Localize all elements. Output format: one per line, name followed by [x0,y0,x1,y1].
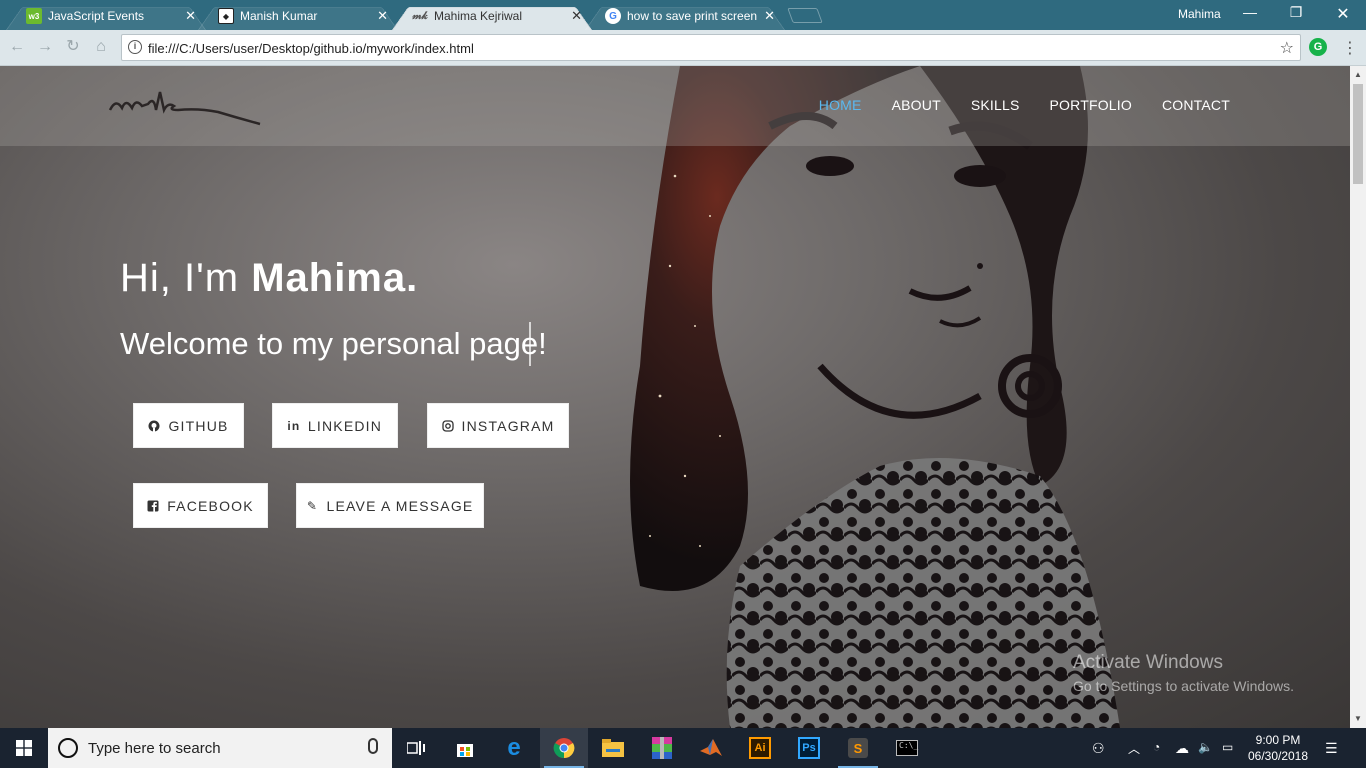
browser-toolbar: ← → ↻ ⌂ i file:///C:/Users/user/Desktop/… [0,30,1366,66]
site-icon: ◆ [218,8,234,24]
page-scrollbar[interactable]: ▲ ▼ [1350,66,1366,728]
tab-title: JavaScript Events [48,9,145,23]
close-window-icon[interactable]: ✕ [1333,4,1353,24]
site-nav-links: HOME ABOUT SKILLS PORTFOLIO CONTACT [819,97,1230,113]
battery-icon[interactable]: ▭ [1222,740,1233,754]
github-button[interactable]: GITHUB [133,403,244,448]
cortana-icon [58,738,78,758]
browser-tab-strip: w3 JavaScript Events ✕ ◆ Manish Kumar ✕ … [0,0,1366,30]
action-center-icon[interactable]: ☰ [1325,740,1338,757]
clock-date: 06/30/2018 [1247,749,1309,763]
bookmark-star-icon[interactable]: ☆ [1280,38,1294,58]
watermark-subtitle: Go to Settings to activate Windows. [1073,678,1294,694]
tab-manish-kumar[interactable]: ◆ Manish Kumar ✕ [198,2,398,30]
reload-icon[interactable]: ↻ [64,38,82,56]
store-icon[interactable] [441,728,489,768]
page-viewport: HOME ABOUT SKILLS PORTFOLIO CONTACT Hi, … [0,66,1350,728]
close-tab-icon[interactable]: ✕ [377,8,388,24]
nav-about-link[interactable]: ABOUT [892,97,941,113]
address-bar[interactable]: i file:///C:/Users/user/Desktop/github.i… [121,34,1301,61]
facebook-icon [147,500,159,512]
scroll-up-icon[interactable]: ▲ [1354,70,1362,79]
hero-name: Mahima. [251,256,419,300]
instagram-icon [441,419,454,432]
w3schools-icon: w3 [26,8,42,24]
github-icon [148,420,160,432]
nav-home-link[interactable]: HOME [819,97,862,113]
grammarly-extension-icon[interactable]: G [1309,38,1327,56]
info-icon[interactable]: i [128,40,142,54]
linkedin-icon: in [287,418,301,433]
close-tab-icon[interactable]: ✕ [571,8,582,24]
scroll-down-icon[interactable]: ▼ [1354,714,1362,723]
photoshop-icon[interactable]: Ps [785,728,833,768]
hero-greeting: Hi, I'm [120,256,252,300]
close-tab-icon[interactable]: ✕ [764,8,775,24]
mk-logo[interactable] [108,84,268,130]
tab-title: how to save print screen [627,9,757,23]
illustrator-icon[interactable]: Ai [736,728,784,768]
linkedin-label: LINKEDIN [307,417,383,434]
tab-title: Mahima Kejriwal [434,9,523,23]
chrome-icon[interactable] [540,728,588,768]
start-button[interactable] [0,728,48,768]
tab-how-to-save-print-screen[interactable]: G how to save print screen ✕ [585,2,785,30]
clock-time: 9:00 PM [1255,733,1301,747]
tab-mahima-kejriwal[interactable]: 𝓂𝓀 Mahima Kejriwal ✕ [392,2,592,30]
watermark-title: Activate Windows [1073,652,1223,673]
forward-icon[interactable]: → [36,38,54,56]
show-hidden-icons-chevron[interactable]: ︿ [1128,740,1140,757]
leave-message-label: LEAVE A MESSAGE [326,497,474,514]
hero-subtitle: Welcome to my personal page! [120,326,547,361]
linkedin-button[interactable]: in LINKEDIN [272,403,398,448]
taskbar-search[interactable]: Type here to search [48,728,392,768]
nav-portfolio-link[interactable]: PORTFOLIO [1050,97,1132,113]
facebook-button[interactable]: FACEBOOK [133,483,268,528]
instagram-label: INSTAGRAM [461,417,555,434]
sublime-text-icon[interactable]: S [834,728,882,768]
onedrive-icon[interactable]: ☁ [1175,740,1189,757]
activate-windows-watermark: Activate Windows Go to Settings to activ… [1073,652,1294,694]
volume-icon[interactable]: 🔈 [1198,740,1213,754]
close-tab-icon[interactable]: ✕ [185,8,196,24]
site-navbar: HOME ABOUT SKILLS PORTFOLIO CONTACT [0,66,1350,146]
task-view-icon[interactable] [392,728,440,768]
tab-javascript-events[interactable]: w3 JavaScript Events ✕ [6,2,206,30]
mk-signature-icon: 𝓂𝓀 [412,9,428,22]
microphone-icon[interactable] [368,738,378,754]
minimize-icon[interactable]: — [1240,4,1260,20]
winrar-icon[interactable] [638,728,686,768]
windows-taskbar: Type here to search e Ai Ps S C:\_ ⚇ ︿ ◔… [0,728,1366,768]
taskbar-clock[interactable]: 9:00 PM 06/30/2018 [1243,732,1313,764]
tab-title: Manish Kumar [240,9,318,23]
facebook-label: FACEBOOK [167,497,254,514]
google-icon: G [605,8,621,24]
windows-logo-icon [16,740,32,756]
typing-cursor [529,322,531,366]
back-icon[interactable]: ← [8,38,26,56]
wifi-icon[interactable]: ◔ [1153,740,1160,754]
leave-message-button[interactable]: ✎ LEAVE A MESSAGE [296,483,484,528]
url-text[interactable]: file:///C:/Users/user/Desktop/github.io/… [148,41,474,56]
pencil-icon: ✎ [306,498,319,513]
nav-contact-link[interactable]: CONTACT [1162,97,1230,113]
search-placeholder: Type here to search [88,740,221,757]
command-prompt-icon[interactable]: C:\_ [883,728,931,768]
portrait-artwork [630,66,1120,728]
profile-name[interactable]: Mahima [1178,7,1221,21]
people-icon[interactable]: ⚇ [1092,740,1105,757]
file-explorer-icon[interactable] [589,728,637,768]
instagram-button[interactable]: INSTAGRAM [427,403,569,448]
home-icon[interactable]: ⌂ [92,38,110,56]
chrome-menu-icon[interactable]: ⋮ [1342,38,1358,58]
restore-icon[interactable]: ❐ [1286,4,1306,21]
new-tab-button[interactable] [787,8,823,23]
nav-skills-link[interactable]: SKILLS [971,97,1020,113]
matlab-icon[interactable] [687,728,735,768]
scrollbar-thumb[interactable] [1353,84,1363,184]
edge-icon[interactable]: e [490,728,538,768]
github-label: GITHUB [168,417,229,434]
hero-title: Hi, I'm Mahima. [120,256,418,301]
